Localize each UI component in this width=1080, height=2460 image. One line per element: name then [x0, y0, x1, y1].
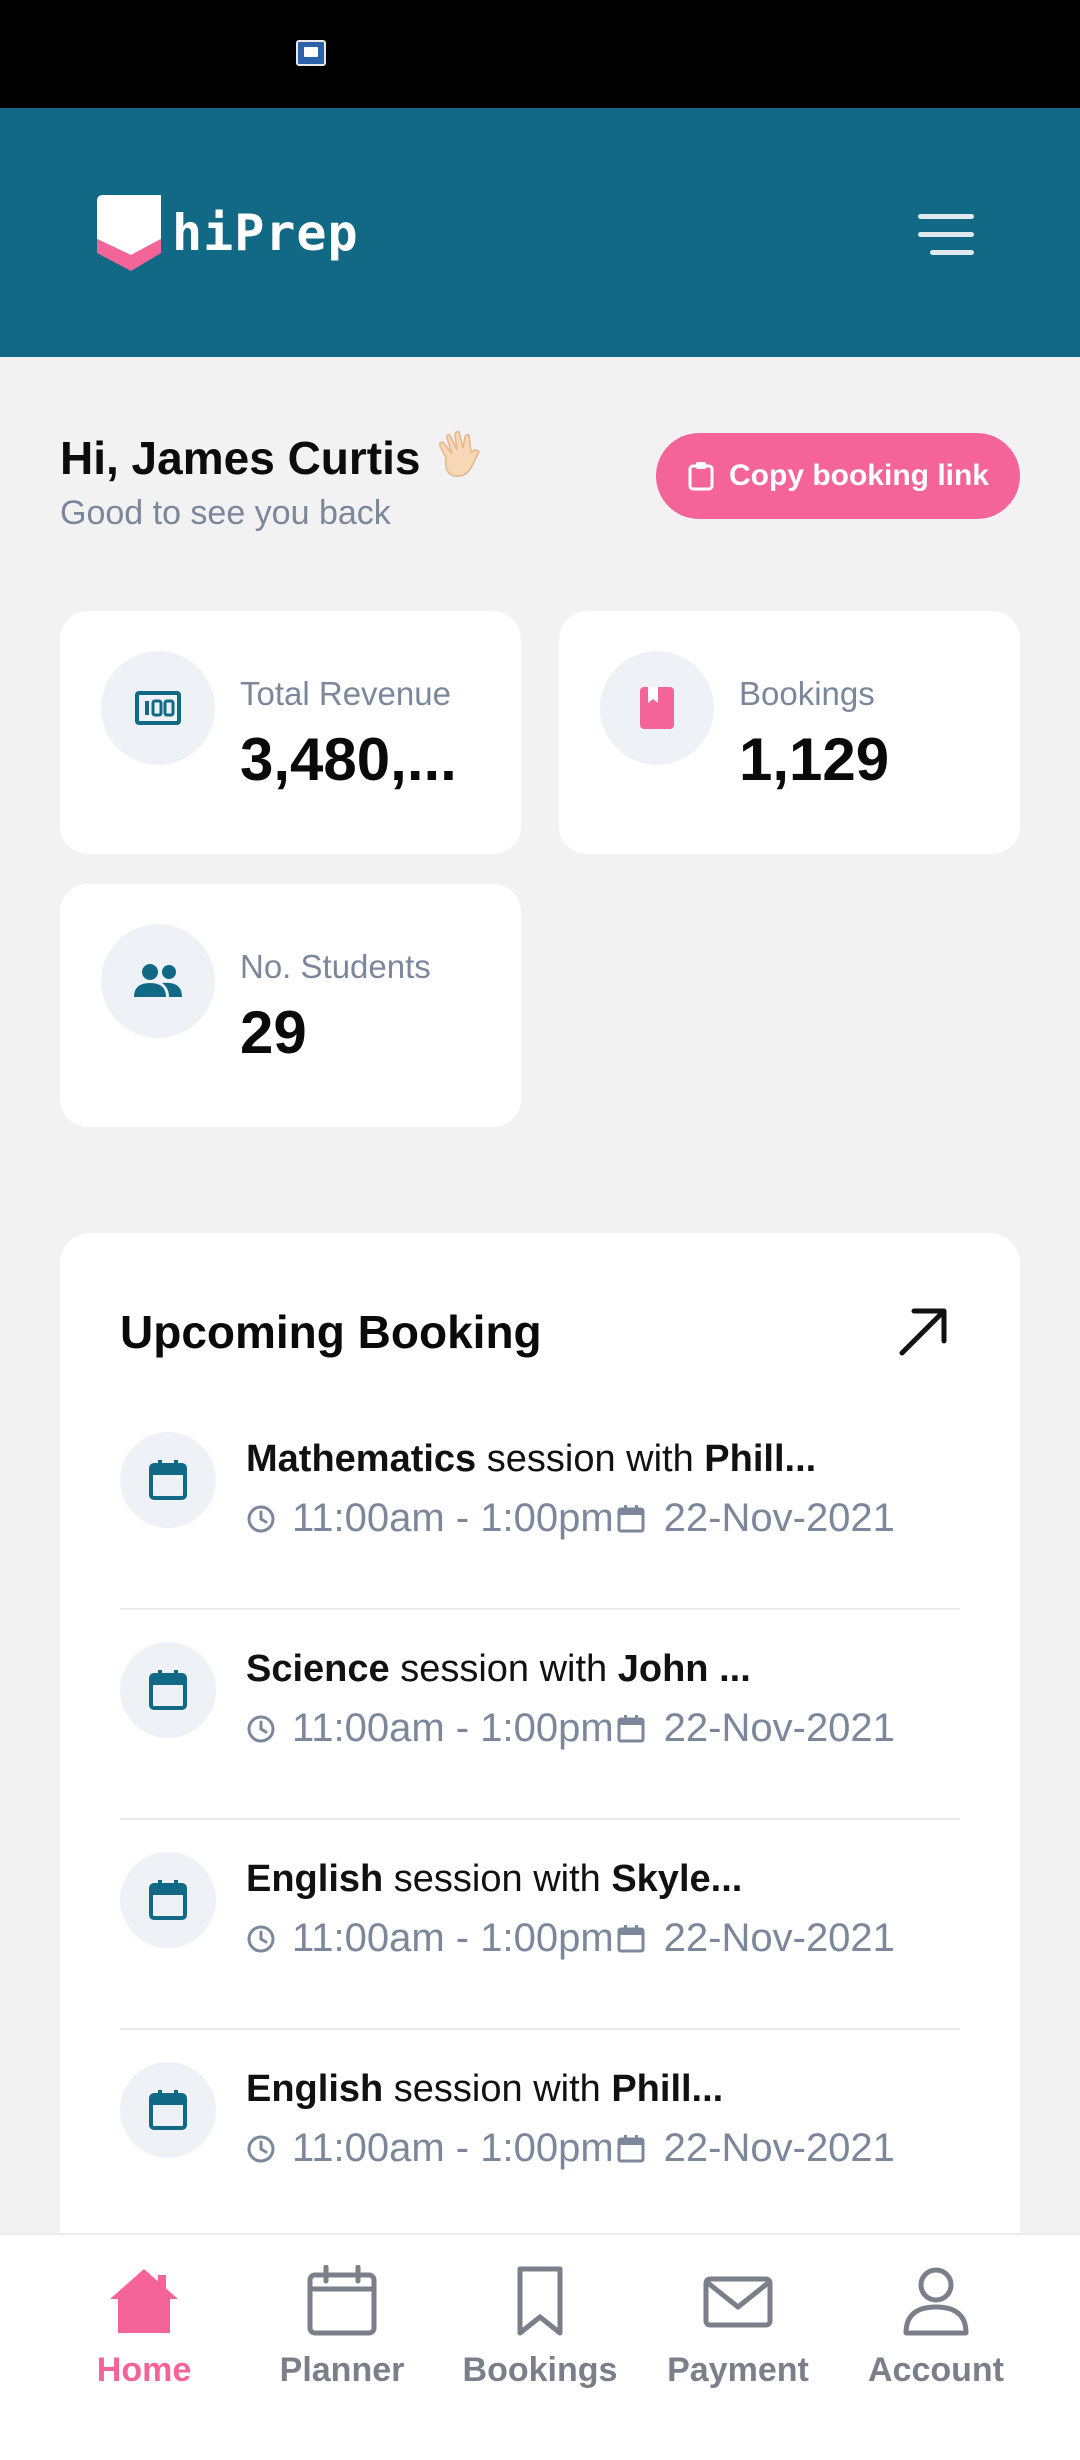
copy-booking-link-label: Copy booking link — [729, 459, 989, 492]
bookmark-icon — [517, 2266, 563, 2336]
nav-item-account[interactable]: Account — [836, 2265, 1036, 2390]
calendar-small-icon — [617, 1924, 645, 1952]
book-logo-icon — [97, 195, 161, 271]
booking-person: Phill... — [611, 2068, 724, 2110]
stat-card-total-revenue: Total Revenue 3,480,... — [60, 611, 521, 854]
nav-item-bookings[interactable]: Bookings — [440, 2265, 640, 2390]
booking-subject: Mathematics — [246, 1438, 477, 1480]
people-icon — [134, 964, 182, 997]
greeting-title: Hi, James Curtis — [60, 428, 486, 485]
clock-icon — [247, 1715, 275, 1742]
greeting-text: Hi, James Curtis — [60, 432, 421, 484]
calendar-icon — [149, 1460, 187, 1500]
booking-middle-text: session with — [476, 1438, 705, 1480]
status-bar — [0, 0, 1080, 108]
nav-label: Bookings — [462, 2351, 618, 2389]
booking-date: 22-Nov-2021 — [663, 1706, 895, 1750]
calendar-icon — [149, 2090, 187, 2130]
booking-person: Phill... — [704, 1438, 817, 1480]
bottom-navigation: Home Planner Bookings Payment Account — [0, 2233, 1080, 2460]
booking-person: Skyle... — [611, 1858, 743, 1900]
booking-time: 11:00am - 1:00pm — [292, 1706, 614, 1750]
booking-icon-wrap — [120, 1432, 216, 1528]
clipboard-icon — [688, 462, 714, 491]
nav-label: Home — [96, 2351, 192, 2389]
money-icon — [135, 691, 181, 725]
nav-label: Planner — [279, 2351, 405, 2389]
user-icon — [903, 2267, 969, 2336]
booking-book-icon — [640, 687, 674, 729]
booking-subject: Science — [246, 1648, 390, 1690]
stat-label: Bookings — [739, 675, 875, 712]
copy-booking-link-button[interactable]: Copy booking link — [656, 433, 1020, 519]
booking-subject: English — [246, 1858, 384, 1900]
booking-middle-text: session with — [389, 1648, 618, 1690]
booking-middle-text: session with — [383, 1858, 612, 1900]
clock-icon — [247, 1925, 275, 1952]
waving-hand-icon — [439, 431, 481, 478]
calendar-icon — [149, 1670, 187, 1710]
clock-icon — [247, 1505, 275, 1532]
envelope-icon — [703, 2276, 773, 2328]
booking-item[interactable]: English session with Phill... 11:00am - … — [120, 2030, 960, 2240]
stat-label: No. Students — [240, 948, 431, 985]
booking-date: 22-Nov-2021 — [663, 2126, 895, 2170]
brand-name: hiPrep — [172, 204, 359, 262]
booking-icon-wrap — [120, 1642, 216, 1738]
booking-title: English session with Skyle... — [246, 1858, 742, 1901]
nav-label: Payment — [667, 2351, 809, 2389]
stat-value: 1,129 — [739, 726, 890, 793]
booking-item[interactable]: Mathematics session with Phill... 11:00a… — [120, 1400, 960, 1610]
booking-time: 11:00am - 1:00pm — [292, 1496, 614, 1540]
calendar-small-icon — [617, 2134, 645, 2162]
booking-meta: 11:00am - 1:00pm 22-Nov-2021 — [246, 1496, 895, 1541]
booking-person: John ... — [617, 1648, 751, 1690]
notification-app-icon — [296, 40, 326, 66]
booking-title: English session with Phill... — [246, 2068, 723, 2111]
stat-icon-wrap — [101, 924, 215, 1038]
booking-title: Mathematics session with Phill... — [246, 1438, 816, 1481]
booking-meta: 11:00am - 1:00pm 22-Nov-2021 — [246, 1706, 895, 1751]
booking-subject: English — [246, 2068, 384, 2110]
booking-icon-wrap — [120, 1852, 216, 1948]
hamburger-menu-icon[interactable] — [918, 210, 978, 258]
calendar-icon — [149, 1880, 187, 1920]
booking-title: Science session with John ... — [246, 1648, 751, 1691]
stat-value: 29 — [240, 999, 307, 1066]
nav-item-payment[interactable]: Payment — [638, 2265, 838, 2390]
calendar-small-icon — [617, 1714, 645, 1742]
booking-item[interactable]: English session with Skyle... 11:00am - … — [120, 1820, 960, 2030]
app-header: hiPrep — [0, 108, 1080, 357]
booking-time: 11:00am - 1:00pm — [292, 2126, 614, 2170]
booking-icon-wrap — [120, 2062, 216, 2158]
stat-value: 3,480,... — [240, 726, 457, 793]
calendar-icon — [307, 2265, 377, 2336]
home-icon — [110, 2269, 178, 2333]
greeting-subtitle: Good to see you back — [60, 494, 391, 532]
arrow-up-right-icon[interactable] — [896, 1303, 952, 1359]
booking-date: 22-Nov-2021 — [663, 1916, 895, 1960]
stat-card-students: No. Students 29 — [60, 884, 521, 1127]
booking-middle-text: session with — [383, 2068, 612, 2110]
stat-icon-wrap — [101, 651, 215, 765]
nav-item-home[interactable]: Home — [44, 2265, 244, 2390]
booking-meta: 11:00am - 1:00pm 22-Nov-2021 — [246, 1916, 895, 1961]
nav-item-planner[interactable]: Planner — [242, 2265, 442, 2390]
stat-label: Total Revenue — [240, 675, 451, 712]
calendar-small-icon — [617, 1504, 645, 1532]
booking-meta: 11:00am - 1:00pm 22-Nov-2021 — [246, 2126, 895, 2171]
panel-title: Upcoming Booking — [120, 1306, 542, 1358]
stat-card-bookings: Bookings 1,129 — [559, 611, 1020, 854]
booking-item[interactable]: Science session with John ... 11:00am - … — [120, 1610, 960, 1820]
booking-date: 22-Nov-2021 — [663, 1496, 895, 1540]
nav-label: Account — [868, 2351, 1004, 2389]
stat-icon-wrap — [600, 651, 714, 765]
clock-icon — [247, 2135, 275, 2162]
booking-time: 11:00am - 1:00pm — [292, 1916, 614, 1960]
